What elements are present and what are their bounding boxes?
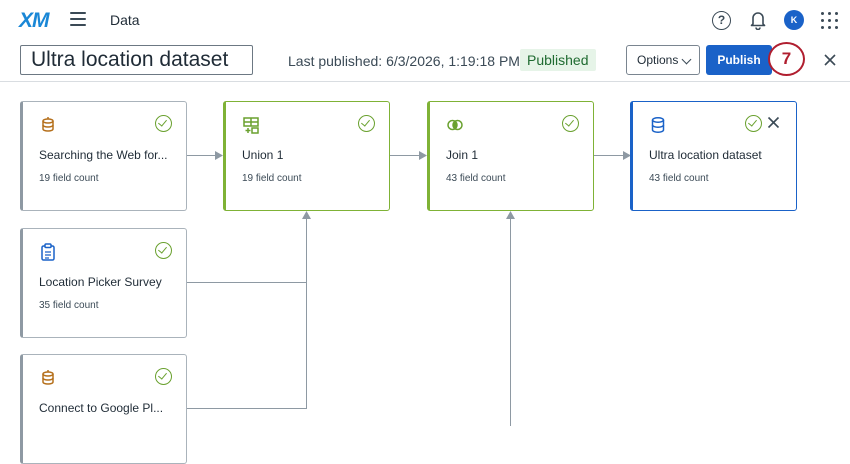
pipeline-canvas: Searching the Web for... 19 field count … [0,83,850,464]
node-output-dataset[interactable]: Ultra location dataset 43 field count [630,101,797,211]
check-icon [745,115,762,132]
node-title: Ultra location dataset [649,148,762,162]
connector-google-union [187,408,307,409]
arrow-head-icon [302,211,311,219]
node-location-picker-survey[interactable]: Location Picker Survey 35 field count [20,228,187,338]
stack-coins-icon [42,117,54,132]
help-icon[interactable]: ? [712,11,731,30]
node-join-1[interactable]: Join 1 43 field count [427,101,594,211]
xm-logo[interactable]: XM [19,9,49,33]
stack-coins-icon [42,370,54,385]
chevron-down-icon [681,54,692,65]
app-grid-icon[interactable] [821,12,839,30]
check-icon [155,368,172,385]
node-title: Location Picker Survey [39,275,162,289]
check-icon [358,115,375,132]
node-title: Searching the Web for... [39,148,168,162]
node-field-count: 35 field count [39,300,99,311]
options-label: Options [637,53,679,67]
node-title: Union 1 [242,148,284,162]
node-title: Connect to Google Pl... [39,401,164,415]
node-field-count: 19 field count [39,173,99,184]
dataset-name-input[interactable]: Ultra location dataset [20,45,253,75]
last-published-text: Last published: 6/3/2026, 1:19:18 PM [288,53,520,69]
connector-join-vertical [510,217,511,426]
step-marker: 7 [768,42,805,76]
close-icon[interactable] [823,53,837,67]
database-icon [651,117,665,133]
survey-clipboard-icon [41,243,55,261]
publish-button[interactable]: Publish [706,45,772,75]
join-circles-icon [447,119,463,131]
top-bar: XM Data ? K [0,0,850,40]
check-icon [562,115,579,132]
user-avatar[interactable]: K [784,10,804,30]
check-icon [155,242,172,259]
node-title: Join 1 [446,148,479,162]
node-union-1[interactable]: Union 1 19 field count [223,101,390,211]
node-searching-web[interactable]: Searching the Web for... 19 field count [20,101,187,211]
node-field-count: 43 field count [446,173,506,184]
status-badge: Published [520,49,596,71]
connector-source1-union [187,155,217,156]
connector-union-join [390,155,420,156]
node-connect-google-places[interactable]: Connect to Google Pl... [20,354,187,464]
hamburger-menu-icon[interactable] [70,12,86,26]
connector-union-vertical [306,217,307,409]
bell-icon[interactable] [749,10,767,30]
node-field-count: 19 field count [242,173,302,184]
connector-survey-union [187,282,307,283]
node-field-count: 43 field count [649,173,709,184]
arrow-head-icon [419,151,427,160]
arrow-head-icon [215,151,223,160]
connector-join-output [594,155,624,156]
dataset-toolbar: Ultra location dataset Last published: 6… [0,40,850,82]
options-dropdown-button[interactable]: Options [626,45,700,75]
union-table-icon [243,117,259,134]
app-title: Data [110,12,140,28]
check-icon [155,115,172,132]
close-icon[interactable] [767,116,780,129]
arrow-head-icon [506,211,515,219]
